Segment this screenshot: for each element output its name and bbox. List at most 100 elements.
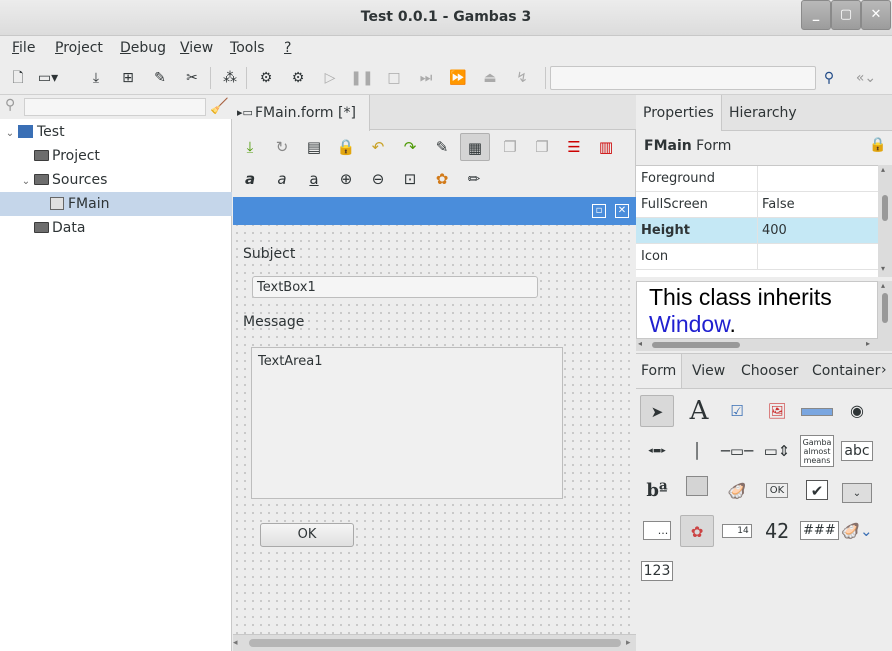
spinbox-tool-icon[interactable]: ▭⇕	[760, 435, 794, 467]
combobox-tool-icon[interactable]: ⌄	[840, 475, 874, 507]
textarea1[interactable]: TextArea1	[251, 347, 563, 499]
collapse-arrow-icon[interactable]: ⌄	[2, 122, 18, 146]
property-row[interactable]: Foreground	[636, 166, 878, 192]
tree-filter-input[interactable]	[24, 98, 206, 116]
redo-icon[interactable]: ↷	[398, 135, 422, 159]
scroll-right-icon[interactable]: ▸	[626, 638, 631, 648]
menubutton-tool-icon[interactable]: 🦪⌄	[840, 515, 874, 547]
reload-icon[interactable]: ↻	[270, 135, 294, 159]
grid-icon[interactable]: ▦	[460, 133, 490, 161]
scrollbar-tool-icon[interactable]: ◂▬▸	[640, 435, 674, 467]
menu-view[interactable]: View	[180, 40, 213, 56]
button-tool[interactable]: OK	[760, 475, 794, 507]
search-input[interactable]	[550, 66, 816, 90]
form-close-icon[interactable]: ✕	[615, 204, 629, 218]
buttonbox-tool[interactable]: ...	[640, 515, 674, 547]
tab-form[interactable]: Form	[636, 354, 683, 388]
textbox1[interactable]: TextBox1	[252, 276, 538, 298]
references-icon[interactable]: ⁂	[218, 67, 242, 89]
lock-icon[interactable]: 🔒	[869, 137, 886, 153]
menu-tools[interactable]: Tools	[230, 40, 265, 56]
pointer-tool-icon[interactable]: ➤	[640, 395, 674, 427]
save-project-icon[interactable]: ⤓	[84, 67, 108, 89]
menu-debug[interactable]: Debug	[120, 40, 166, 56]
property-value[interactable]: False	[757, 192, 795, 218]
menu-project[interactable]: Project	[55, 40, 103, 56]
align-distribute-icon[interactable]: ▥	[594, 135, 618, 159]
pencil-icon[interactable]: ✏	[462, 167, 486, 191]
clear-filter-icon[interactable]: 🧹	[210, 97, 229, 115]
tree-item-data[interactable]: Data	[0, 216, 232, 240]
minimize-button[interactable]: _	[801, 0, 831, 30]
font-italic-icon[interactable]: a	[270, 167, 294, 191]
ok-button[interactable]: OK	[260, 523, 354, 547]
tabs-scroll-right-icon[interactable]: ›	[881, 362, 887, 378]
property-row-selected[interactable]: Height 400	[636, 218, 878, 244]
palette-icon[interactable]: ✿	[430, 167, 454, 191]
edit-icon[interactable]: ✎	[148, 67, 172, 89]
property-value[interactable]	[757, 166, 758, 192]
help-link-window[interactable]: Window	[649, 311, 730, 337]
tree-item-test[interactable]: ⌄ Test	[0, 120, 232, 144]
make-executable-icon[interactable]: ⊞	[116, 67, 140, 89]
tab-view[interactable]: View	[687, 354, 730, 388]
tab-hierarchy[interactable]: Hierarchy	[722, 95, 804, 131]
step-into-icon[interactable]: ⏭	[414, 67, 438, 89]
listbox-tool-icon[interactable]: ☑	[720, 395, 754, 427]
slider-tool-icon[interactable]: ─▭─	[720, 435, 754, 467]
compile-all-icon[interactable]: ⚙	[286, 67, 310, 89]
panel-tool-icon[interactable]	[680, 475, 714, 507]
font-underline-icon[interactable]: a	[302, 167, 326, 191]
message-label[interactable]: Message	[243, 314, 304, 330]
textbox-tool[interactable]: abc	[840, 435, 874, 467]
properties-vertical-scrollbar[interactable]: ▴ ▾	[878, 165, 892, 277]
progressbar-tool-icon[interactable]	[800, 395, 834, 427]
toolbutton-tool-icon[interactable]: 🦪	[720, 475, 754, 507]
tab-fmain-form[interactable]: ▸▭ FMain.form [*]	[233, 95, 370, 131]
scroll-right-icon[interactable]: ▸	[866, 339, 870, 348]
step-out-icon[interactable]: ⏏	[478, 67, 502, 89]
open-project-icon[interactable]: ▭▾	[36, 67, 60, 89]
tab-chooser[interactable]: Chooser	[736, 354, 803, 388]
tree-item-fmain[interactable]: FMain	[0, 192, 232, 216]
align-center-icon[interactable]: ☰	[562, 135, 586, 159]
property-row[interactable]: Icon	[636, 244, 878, 270]
scroll-up-icon[interactable]: ▴	[881, 165, 885, 174]
new-project-icon[interactable]: 🗋	[6, 67, 30, 89]
build-icon[interactable]: ⚙	[254, 67, 278, 89]
menu-file[interactable]: File	[12, 40, 35, 56]
radiobutton-tool-icon[interactable]: ◉	[840, 395, 874, 427]
scroll-left-icon[interactable]: ◂	[638, 339, 642, 348]
remove-control-icon[interactable]: ⊖	[366, 167, 390, 191]
step-over-icon[interactable]: ⏩	[446, 67, 470, 89]
add-control-icon[interactable]: ⊕	[334, 167, 358, 191]
colorbutton-tool-icon[interactable]: ✿	[680, 515, 714, 547]
help-vertical-scrollbar[interactable]: ▴	[878, 281, 892, 351]
property-row[interactable]: FullScreen False	[636, 192, 878, 218]
tree-item-sources[interactable]: ⌄ Sources	[0, 168, 232, 192]
collapse-arrow-icon[interactable]: ⌄	[18, 170, 34, 194]
menu-help[interactable]: ?	[284, 40, 291, 56]
label-tool[interactable]: A	[682, 395, 716, 427]
stop-icon[interactable]: □	[382, 67, 406, 89]
tab-properties[interactable]: Properties	[636, 95, 722, 131]
fonts-tool-icon[interactable]: bª	[640, 475, 674, 507]
help-horizontal-scrollbar[interactable]: ◂ ▸	[636, 339, 878, 351]
form-design-canvas[interactable]: ▫ ✕ Subject TextBox1 Message TextArea1 O…	[233, 197, 636, 651]
edit-code-icon[interactable]: ✎	[430, 135, 454, 159]
property-value[interactable]: 400	[757, 218, 787, 244]
back-icon[interactable]: «⌄	[848, 67, 884, 89]
canvas-horizontal-scrollbar[interactable]: ◂ ▸	[233, 634, 636, 651]
tab-order-icon[interactable]: ⊡	[398, 167, 422, 191]
scrollbar-thumb[interactable]	[249, 639, 621, 647]
tab-container[interactable]: Container	[807, 354, 885, 388]
form-maximize-icon[interactable]: ▫	[592, 204, 606, 218]
picture-tool-icon[interactable]: 🖼	[760, 395, 794, 427]
break-icon[interactable]: ↯	[510, 67, 534, 89]
separator-tool-icon[interactable]: │	[680, 435, 714, 467]
send-back-icon[interactable]: ❐	[530, 135, 554, 159]
search-icon[interactable]: ⚲	[817, 67, 841, 89]
undo-icon[interactable]: ↶	[366, 135, 390, 159]
lcdlabel-tool[interactable]: 42	[760, 515, 794, 547]
font-icon[interactable]: a	[238, 167, 262, 191]
